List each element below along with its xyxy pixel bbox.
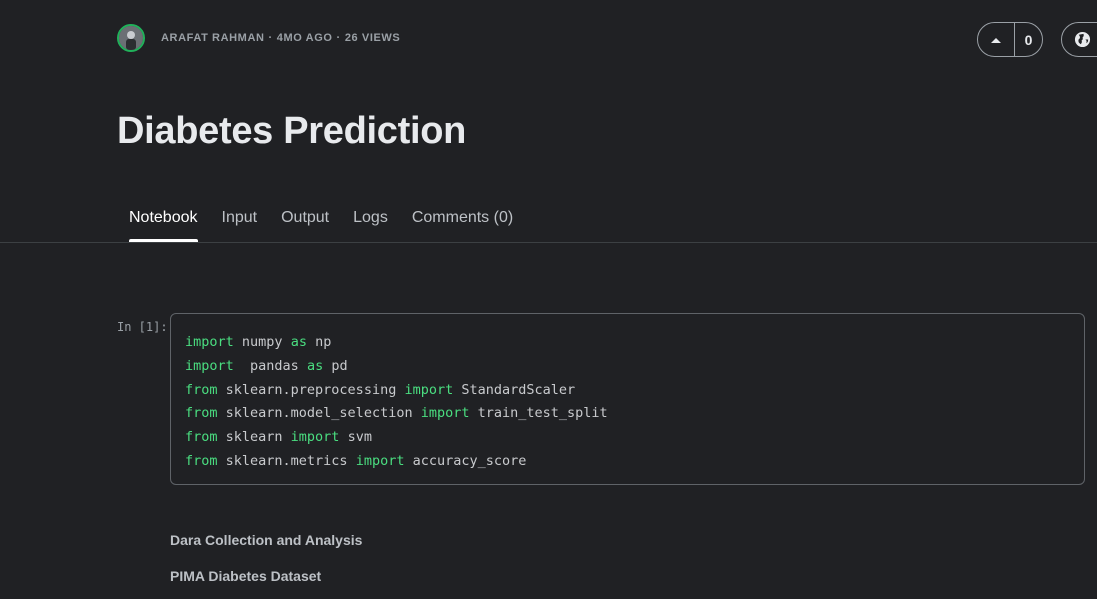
meta-text: ARAFAT RAHMAN · 4MO AGO · 26 VIEWS <box>161 32 400 44</box>
vote-count: 0 <box>1024 31 1033 48</box>
code-keyword: import <box>185 334 234 350</box>
code-line: import pandas as pd <box>185 355 1070 379</box>
meta-separator: · <box>336 32 341 44</box>
code-text: sklearn.model_selection <box>217 405 421 422</box>
cell-prompt: In [1]: <box>117 320 168 334</box>
chevron-up-icon <box>991 37 1001 43</box>
meta-separator: · <box>268 32 273 44</box>
code-text: pandas <box>233 357 307 374</box>
code-text: sklearn.metrics <box>217 452 356 469</box>
code-text: sklearn <box>217 429 291 446</box>
code-text: np <box>306 334 332 350</box>
code-text: train_test_split <box>469 405 608 422</box>
code-line: from sklearn.preprocessing import Standa… <box>185 379 1070 403</box>
tab-notebook[interactable]: Notebook <box>117 200 210 242</box>
code-keyword: from <box>185 429 218 446</box>
user-avatar-icon <box>119 26 143 50</box>
code-keyword: import <box>185 357 234 374</box>
code-keyword: import <box>404 381 454 398</box>
author-name[interactable]: ARAFAT RAHMAN <box>161 32 265 44</box>
code-keyword: import <box>290 429 340 446</box>
code-line: import numpy as np <box>185 331 1070 355</box>
code-line: from sklearn.model_selection import trai… <box>185 402 1070 426</box>
avatar[interactable] <box>117 24 145 52</box>
code-keyword: as <box>290 334 307 350</box>
code-text: accuracy_score <box>404 452 527 469</box>
code-cell[interactable]: import numpy as np import pandas as pd f… <box>170 313 1085 485</box>
author-meta: ARAFAT RAHMAN · 4MO AGO · 26 VIEWS <box>117 24 400 52</box>
tab-divider <box>0 242 1097 243</box>
markdown-heading: Dara Collection and Analysis <box>170 532 363 548</box>
code-text: pd <box>323 357 348 374</box>
code-keyword: import <box>420 405 470 422</box>
code-keyword: from <box>185 381 218 398</box>
notebook-page: ARAFAT RAHMAN · 4MO AGO · 26 VIEWS 0 Diabete… <box>0 0 1097 599</box>
markdown-heading: PIMA Diabetes Dataset <box>170 568 322 584</box>
tab-logs[interactable]: Logs <box>341 200 400 242</box>
upvote-button[interactable] <box>978 23 1015 56</box>
code-text: numpy <box>233 334 291 350</box>
post-age: 4MO AGO <box>276 32 333 44</box>
code-text: svm <box>339 429 372 446</box>
code-text: StandardScaler <box>453 381 576 398</box>
page-title: Diabetes Prediction <box>117 110 467 152</box>
code-line: from sklearn import svm <box>185 426 1070 450</box>
code-keyword: as <box>306 357 324 374</box>
code-keyword: import <box>355 452 405 469</box>
view-count: 26 VIEWS <box>344 32 401 44</box>
tab-output[interactable]: Output <box>269 200 341 242</box>
code-keyword: from <box>185 405 218 422</box>
visibility-button[interactable] <box>1061 22 1097 57</box>
vote-widget: 0 <box>977 22 1043 57</box>
code-text: sklearn.preprocessing <box>217 381 405 398</box>
globe-icon <box>1074 31 1091 48</box>
tab-input[interactable]: Input <box>210 200 270 242</box>
tab-comments[interactable]: Comments (0) <box>400 200 525 242</box>
code-keyword: from <box>185 452 218 469</box>
code-line: from sklearn.metrics import accuracy_sco… <box>185 450 1070 474</box>
notebook-tabs: Notebook Input Output Logs Comments (0) <box>117 200 525 242</box>
